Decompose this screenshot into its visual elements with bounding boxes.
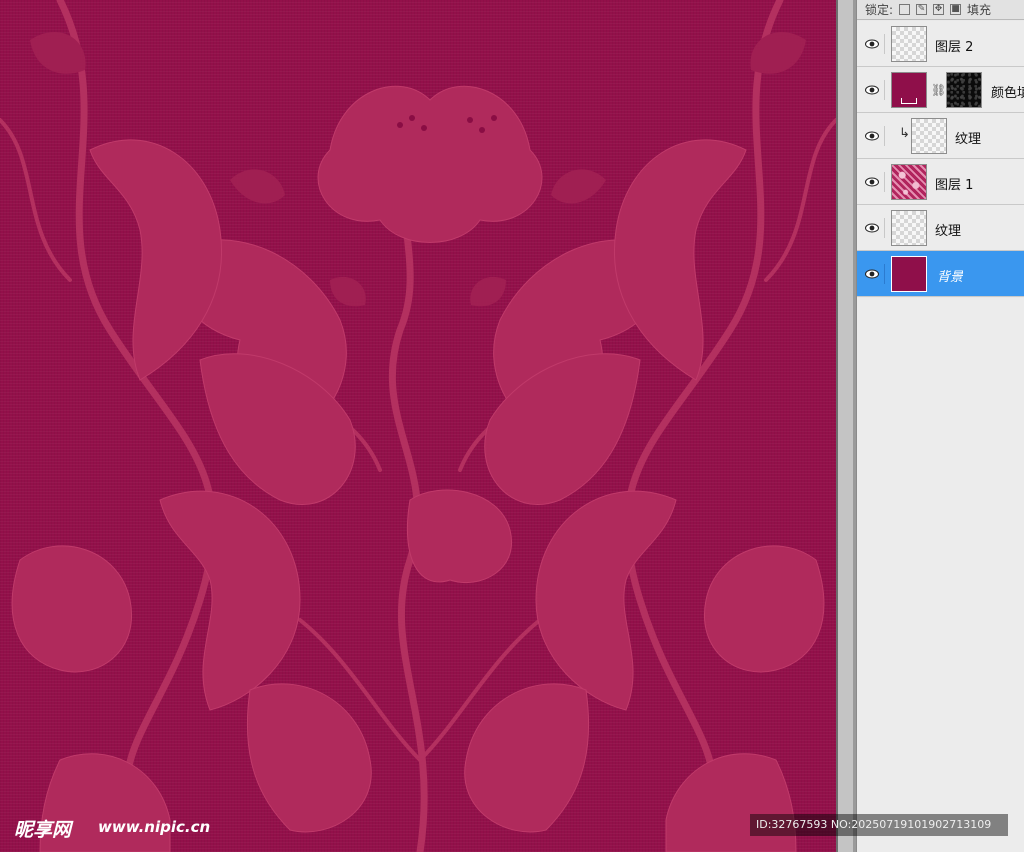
lock-bar: 锁定: ✎ ✥ ■ 填充	[857, 0, 1024, 20]
layer-thumbnail[interactable]	[891, 164, 927, 200]
layer-thumbnail[interactable]	[911, 118, 947, 154]
clipping-mask-arrow-icon: ↳	[899, 126, 910, 141]
layer-row[interactable]: 纹理	[857, 205, 1024, 251]
canvas-scrollbar[interactable]	[836, 0, 856, 852]
layer-name[interactable]: 纹理	[955, 128, 981, 147]
fill-layer-thumbnail[interactable]	[891, 72, 927, 108]
layer-row[interactable]: 图层 1	[857, 159, 1024, 205]
layer-name[interactable]: 颜色填充	[991, 82, 1024, 101]
visibility-eye-icon[interactable]	[861, 34, 885, 54]
link-chain-icon[interactable]: ⛓	[931, 83, 946, 97]
lock-move-icon[interactable]: ✥	[933, 4, 945, 15]
lock-all-icon[interactable]: ■	[950, 4, 962, 15]
layers-panel-empty-area	[857, 298, 1024, 852]
lock-transparency-icon[interactable]	[899, 4, 911, 15]
layer-thumbnail[interactable]	[891, 256, 927, 292]
layer-row[interactable]: ↳ 纹理	[857, 113, 1024, 159]
fill-adjust-icon	[901, 98, 917, 104]
watermark-id: ID:32767593 NO:20250719101902713109	[750, 814, 1008, 836]
document-canvas[interactable]	[0, 0, 836, 852]
watermark-site: www.nipic.cn	[98, 818, 211, 836]
layer-row[interactable]: 图层 2	[857, 21, 1024, 67]
visibility-eye-icon[interactable]	[861, 80, 885, 100]
fill-label: 填充	[967, 3, 992, 17]
layer-thumbnail[interactable]	[891, 210, 927, 246]
layer-name[interactable]: 纹理	[935, 220, 961, 239]
visibility-eye-icon[interactable]	[861, 218, 885, 238]
visibility-eye-icon[interactable]	[861, 172, 885, 192]
layer-thumbnail[interactable]	[891, 26, 927, 62]
watermark-logo: 昵享网	[14, 819, 72, 841]
layers-panel: 锁定: ✎ ✥ ■ 填充 图层 2 ⛓ 颜色填充 ↳ 纹理	[856, 0, 1024, 852]
damask-pattern	[0, 0, 836, 852]
layer-row[interactable]: ⛓ 颜色填充	[857, 67, 1024, 113]
layer-name[interactable]: 背景	[937, 266, 963, 285]
visibility-eye-icon[interactable]	[861, 126, 885, 146]
lock-brush-icon[interactable]: ✎	[916, 4, 928, 15]
layer-mask-thumbnail[interactable]	[946, 72, 982, 108]
layer-name[interactable]: 图层 2	[935, 36, 973, 55]
layer-name[interactable]: 图层 1	[935, 174, 973, 193]
visibility-eye-icon[interactable]	[861, 264, 885, 284]
layer-row-selected[interactable]: 背景	[857, 251, 1024, 297]
lock-label: 锁定:	[865, 3, 894, 17]
